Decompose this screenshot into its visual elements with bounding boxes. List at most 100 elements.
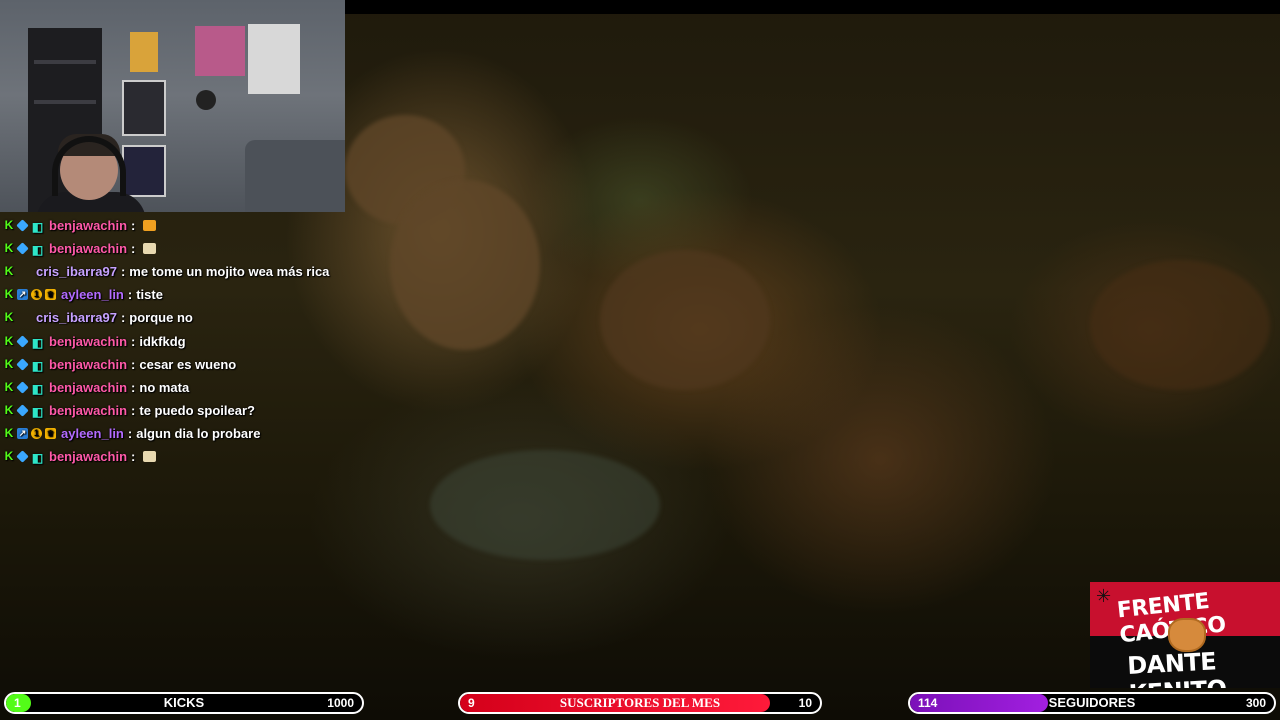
kick-icon: K bbox=[4, 357, 14, 371]
kick-icon: K bbox=[4, 264, 14, 278]
wall-poster bbox=[195, 26, 245, 76]
paper-emote bbox=[143, 451, 157, 462]
chat-text: no mata bbox=[139, 380, 190, 395]
shelf-board bbox=[34, 100, 96, 104]
chat-username[interactable]: benjawachin bbox=[49, 357, 127, 372]
subs-goal-label: SUSCRIPTORES DEL MES bbox=[559, 695, 721, 710]
chat-separator: : bbox=[131, 449, 136, 464]
chat-text: algun dia lo probare bbox=[136, 426, 261, 441]
star-icon: ✳ bbox=[1096, 586, 1112, 606]
chat-username[interactable]: cris_ibarra97 bbox=[36, 310, 117, 325]
webcam-overlay bbox=[0, 0, 345, 212]
chat-username[interactable]: benjawachin bbox=[49, 334, 127, 349]
kick-icon: K bbox=[4, 334, 14, 348]
kick-icon: K bbox=[4, 287, 14, 301]
followers-goal-target: 300 bbox=[1245, 696, 1266, 710]
kicks-goal-label: KICKS bbox=[163, 695, 205, 710]
chat-text: cesar es wueno bbox=[139, 357, 237, 372]
badge-spacer bbox=[17, 312, 31, 323]
chat-text: idkfkdg bbox=[139, 334, 186, 349]
chat-message: K ◧ benjawachin: idkfkdg bbox=[4, 330, 186, 353]
glyph-icon: ◧ bbox=[31, 220, 44, 234]
wall-frame bbox=[122, 145, 166, 197]
cube-icon bbox=[16, 335, 29, 348]
sub-icon: 1 bbox=[31, 289, 42, 300]
chat-separator: : bbox=[127, 426, 133, 441]
cube-icon bbox=[16, 242, 29, 255]
chat-username[interactable]: benjawachin bbox=[49, 241, 127, 256]
ape-figure bbox=[600, 250, 770, 390]
sub-icon: 1 bbox=[31, 428, 42, 439]
wall-hat bbox=[196, 90, 216, 110]
ape-figure bbox=[390, 180, 540, 350]
glyph-icon: ◧ bbox=[31, 359, 44, 373]
chat-separator: : bbox=[120, 310, 126, 325]
glyph-icon: ◧ bbox=[31, 336, 44, 350]
logo-line2: DANTE KENITO bbox=[1126, 647, 1228, 688]
chat-message: K ↗ 1 ♛ ayleen_lin: tiste bbox=[4, 283, 163, 306]
chat-username[interactable]: cris_ibarra97 bbox=[36, 264, 117, 279]
crown-icon: ♛ bbox=[45, 428, 56, 439]
chat-username[interactable]: ayleen_lin bbox=[61, 426, 124, 441]
chat-message: K ↗ 1 ♛ ayleen_lin: algun dia lo probare bbox=[4, 422, 261, 445]
cube-icon bbox=[16, 450, 29, 463]
chat-separator: : bbox=[131, 403, 136, 418]
chat-username[interactable]: ayleen_lin bbox=[61, 287, 124, 302]
cube-icon bbox=[16, 404, 29, 417]
chat-message: Kcris_ibarra97: me tome un mojito wea más… bbox=[4, 260, 330, 283]
chat-separator: : bbox=[131, 380, 136, 395]
subs-goal-target: 10 bbox=[798, 696, 812, 710]
wall-frame bbox=[122, 80, 166, 136]
kick-icon: K bbox=[4, 310, 14, 324]
crown-icon: ♛ bbox=[45, 289, 56, 300]
kick-icon: K bbox=[4, 426, 14, 440]
chat-separator: : bbox=[131, 357, 136, 372]
subs-goal-current: 9 bbox=[468, 696, 475, 710]
kick-icon: K bbox=[4, 403, 14, 417]
glyph-icon: ◧ bbox=[31, 382, 44, 396]
chat-message: K ◧ benjawachin: bbox=[4, 445, 157, 468]
glyph-icon: ◧ bbox=[31, 405, 44, 419]
kick-icon: K bbox=[4, 241, 14, 255]
ape-figure bbox=[1090, 260, 1270, 390]
chat-separator: : bbox=[131, 218, 136, 233]
kick-icon: K bbox=[4, 380, 14, 394]
chat-text: te puedo spoilear? bbox=[139, 403, 255, 418]
chat-username[interactable]: benjawachin bbox=[49, 380, 127, 395]
followers-goal-label: SEGUIDORES bbox=[1048, 695, 1136, 710]
cube-icon bbox=[16, 358, 29, 371]
glyph-icon: ◧ bbox=[31, 451, 44, 465]
chat-message: K ◧ benjawachin: bbox=[4, 237, 157, 260]
glyph-icon: ◧ bbox=[31, 243, 44, 257]
channel-logo: ✳ FRENTE CAÓTICO DANTE KENITO bbox=[1090, 582, 1280, 688]
chat-separator: : bbox=[131, 334, 136, 349]
couch bbox=[245, 140, 345, 212]
chat-username[interactable]: benjawachin bbox=[49, 218, 127, 233]
fist-emote bbox=[143, 220, 157, 231]
chat-separator: : bbox=[120, 264, 126, 279]
chat-message: K ◧ benjawachin: no mata bbox=[4, 376, 190, 399]
chat-separator: : bbox=[131, 241, 136, 256]
kicks-goal-target: 1000 bbox=[327, 696, 354, 710]
chat-username[interactable]: benjawachin bbox=[49, 449, 127, 464]
chat-text: me tome un mojito wea más rica bbox=[129, 264, 330, 279]
followers-goal-current: 114 bbox=[918, 696, 938, 710]
chat-text: porque no bbox=[129, 310, 193, 325]
boost-icon: ↗ bbox=[17, 289, 28, 300]
shelf-board bbox=[34, 60, 96, 64]
boost-icon: ↗ bbox=[17, 428, 28, 439]
kick-icon: K bbox=[4, 449, 14, 463]
kick-icon: K bbox=[4, 218, 14, 232]
chat-separator: : bbox=[127, 287, 133, 302]
kicks-goal-current: 1 bbox=[14, 696, 21, 710]
followers-goal-bar: SEGUIDORES 114 300 bbox=[908, 692, 1276, 714]
chat-username[interactable]: benjawachin bbox=[49, 403, 127, 418]
cat-icon bbox=[1168, 618, 1206, 652]
chat-text: tiste bbox=[136, 287, 163, 302]
chat-message: K ◧ benjawachin: te puedo spoilear? bbox=[4, 399, 255, 422]
kicks-goal-bar: KICKS 1 1000 bbox=[4, 692, 364, 714]
ground-patch bbox=[430, 450, 660, 560]
chat-message: K ◧ benjawachin: bbox=[4, 214, 157, 237]
badge-spacer bbox=[17, 266, 31, 277]
chat-message: Kcris_ibarra97: porque no bbox=[4, 306, 193, 329]
